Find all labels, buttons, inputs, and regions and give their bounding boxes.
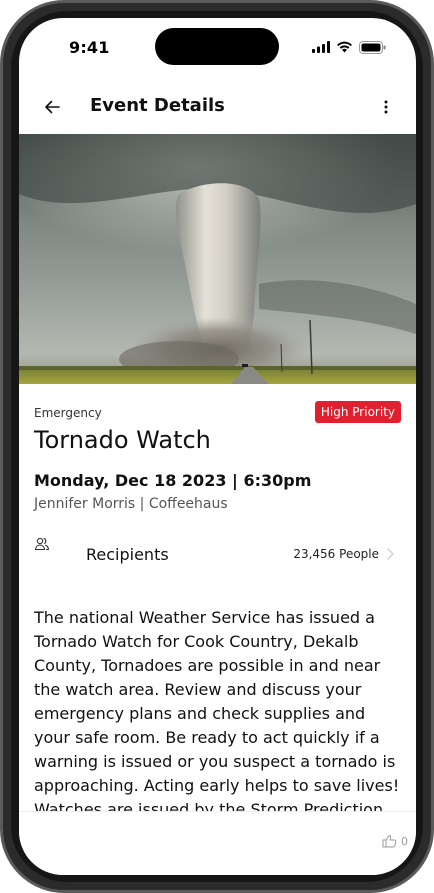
thumbs-up-icon	[382, 835, 397, 848]
wifi-icon	[337, 41, 352, 53]
recipients-row[interactable]: Recipients 23,456 People	[34, 536, 396, 572]
recipients-label: Recipients	[86, 545, 169, 564]
recipients-count: 23,456 People	[293, 547, 379, 561]
users-icon	[34, 537, 50, 551]
arrow-left-icon	[45, 100, 60, 114]
status-icons	[312, 40, 386, 54]
more-options-button[interactable]	[376, 94, 396, 120]
like-button[interactable]: 0	[382, 834, 408, 848]
more-vertical-icon	[384, 100, 388, 114]
page-title: Event Details	[90, 95, 225, 116]
priority-badge: High Priority	[314, 401, 401, 423]
signal-icon	[312, 41, 330, 53]
footer-bar: 0	[19, 811, 416, 875]
back-button[interactable]	[39, 94, 65, 120]
event-datetime: Monday, Dec 18 2023 | 6:30pm	[34, 471, 312, 490]
event-hero-image	[19, 134, 416, 384]
status-bar: 9:41	[19, 18, 416, 78]
event-category: Emergency	[34, 406, 102, 420]
chevron-right-icon	[387, 548, 394, 560]
event-host: Jennifer Morris | Coffeehaus	[34, 496, 228, 512]
screen: 9:41 Event Details Emergency High Priori…	[19, 18, 416, 875]
event-description: The national Weather Service has issued …	[34, 608, 400, 818]
battery-icon	[359, 40, 386, 54]
event-title: Tornado Watch	[34, 426, 211, 454]
dynamic-island	[155, 28, 279, 65]
like-count: 0	[401, 834, 408, 848]
app-header: Event Details	[19, 84, 416, 128]
status-time: 9:41	[69, 38, 110, 57]
